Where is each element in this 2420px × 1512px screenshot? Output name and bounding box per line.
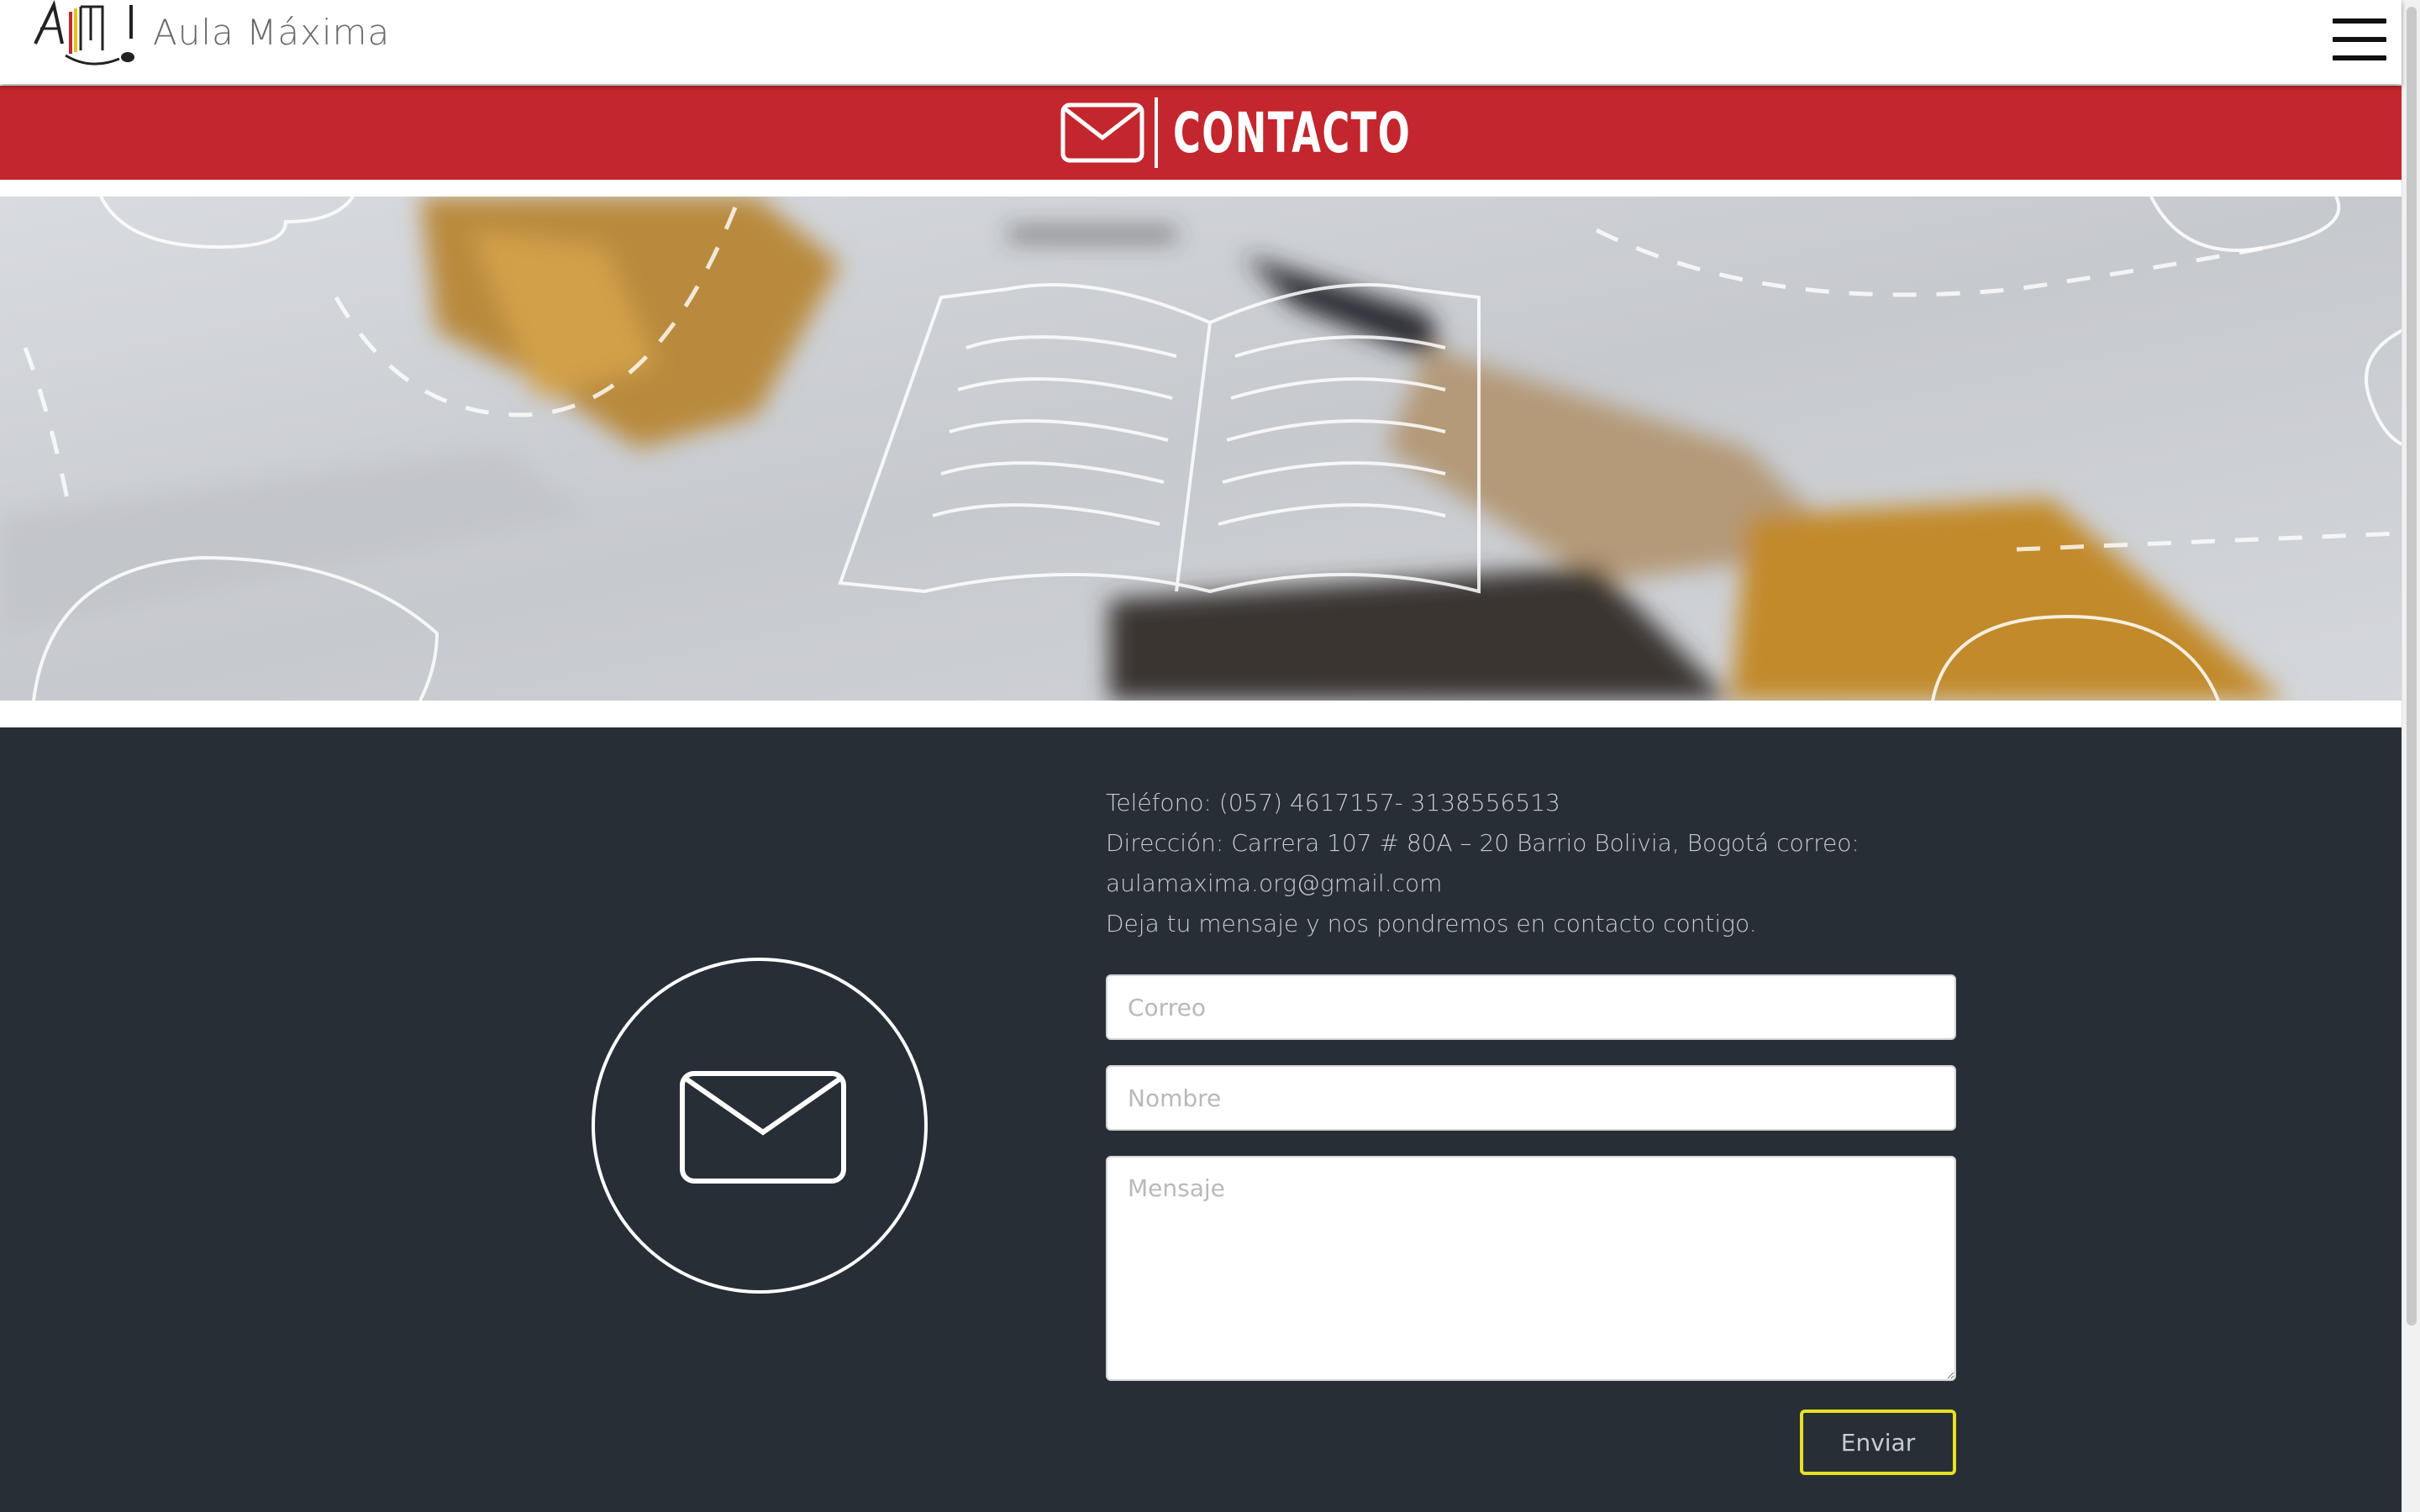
email-text: aulamaxima.org@gmail.com	[1106, 869, 1443, 897]
hero-image	[0, 197, 2420, 701]
page-scrollbar[interactable]	[2402, 0, 2420, 1512]
address-text: Dirección: Carrera 107 # 80A – 20 Barrio…	[1106, 829, 1860, 857]
name-field[interactable]	[1106, 1065, 1956, 1131]
phone-text: Teléfono: (057) 4617157- 3138556513	[1106, 789, 1560, 816]
envelope-icon	[680, 1071, 846, 1184]
site-logo[interactable]	[32, 0, 141, 71]
email-field[interactable]	[1106, 974, 1956, 1040]
envelope-icon	[1060, 102, 1144, 163]
site-header: Aula Máxima	[0, 0, 2402, 84]
banner-divider	[1155, 97, 1158, 168]
invite-text: Deja tu mensaje y nos pondremos en conta…	[1106, 910, 1757, 937]
send-button[interactable]: Enviar	[1800, 1410, 1956, 1475]
message-field[interactable]	[1106, 1156, 1956, 1381]
scrollbar-thumb[interactable]	[2407, 7, 2417, 1326]
brand-name: Aula Máxima	[153, 12, 391, 53]
book-illustration-image	[0, 197, 2420, 701]
page-title: CONTACTO	[1173, 100, 1412, 165]
mail-circle-badge	[592, 958, 928, 1294]
hamburger-menu-icon[interactable]	[2333, 18, 2386, 62]
page-title-banner: CONTACTO	[0, 86, 2420, 180]
aula-maxima-logo-icon	[34, 0, 134, 66]
contact-section: Teléfono: (057) 4617157- 3138556513 Dire…	[0, 727, 2420, 1512]
contact-info: Teléfono: (057) 4617157- 3138556513 Dire…	[1106, 783, 1946, 944]
